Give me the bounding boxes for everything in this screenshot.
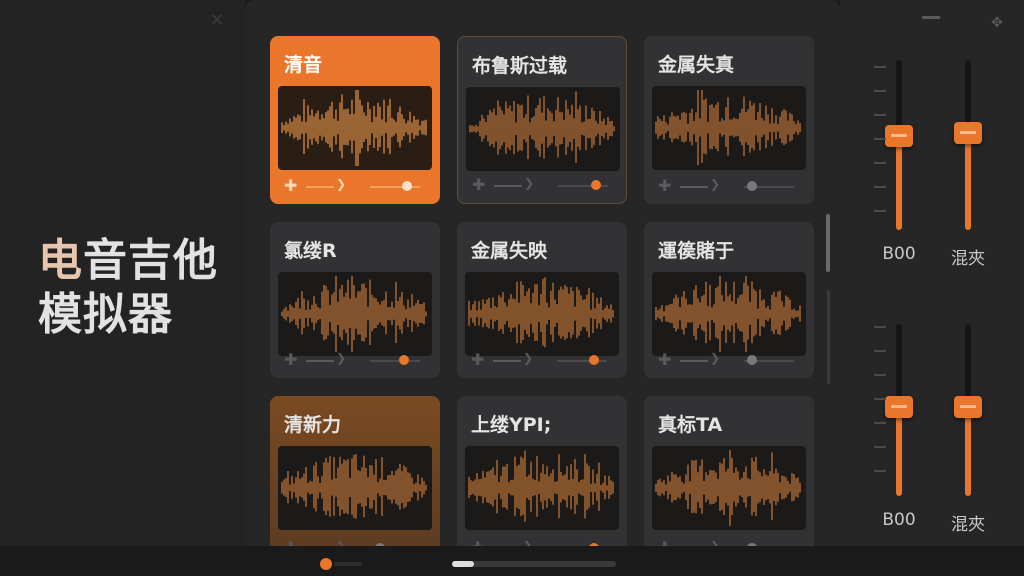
plus-icon[interactable]: ✚ [658,350,671,369]
plus-icon[interactable]: ✚ [284,176,297,195]
plus-icon[interactable]: ✚ [471,350,484,369]
scroll-track[interactable] [827,290,830,384]
slider-thumb[interactable] [954,396,982,418]
mini-slider-knob[interactable] [589,355,599,365]
control-line [680,186,708,188]
app-title-line1: 电音吉他 [38,235,218,286]
waveform-display [278,446,432,530]
left-panel: ✕ 电音吉他 模拟器 [0,0,245,546]
slider-fill [896,407,902,496]
preset-card[interactable]: 氯缕R ✚ ❯ [270,222,440,378]
mixer-slider[interactable] [879,60,919,230]
preset-card[interactable]: 布鲁斯过载 ✚ ❯ [457,36,627,204]
arrow-right-icon[interactable]: ❯ [710,177,720,191]
preset-card[interactable]: 金属失真 ✚ ❯ [644,36,814,204]
preset-card[interactable]: 真标TA ✚ ❯ [644,396,814,546]
preset-controls: ✚❯ [471,350,613,369]
preset-card-title: 運篌賭于 [658,240,735,262]
preset-card-title: 清音 [284,54,323,76]
preset-card[interactable]: 運篌賭于 ✚ ❯ [644,222,814,378]
slider-label: 混夾 [951,515,985,535]
bottom-bar [0,546,1024,576]
mixer-slider[interactable] [948,60,988,230]
close-icon[interactable]: ✕ [208,12,226,30]
move-icon[interactable]: ✥ [988,14,1006,32]
waveform-display [466,87,620,171]
slider-label: B00 [882,510,916,530]
slider-label: B00 [882,244,916,264]
slider-fill [965,133,971,230]
preset-controls: ✚❯ [472,175,614,194]
preset-card-title: 布鲁斯过载 [472,55,568,77]
arrow-right-icon[interactable]: ❯ [710,539,720,546]
minimize-icon[interactable] [922,16,940,19]
preset-card[interactable]: 上缕YPI; ✚ ❯ [457,396,627,546]
mini-slider-knob[interactable] [399,355,409,365]
waveform-display [652,446,806,530]
preset-card[interactable]: 清新力 ✚ ❯ [270,396,440,546]
plus-icon[interactable]: ✚ [284,350,297,369]
mini-slider-track[interactable] [370,186,420,188]
waveform-display [652,272,806,356]
arrow-right-icon[interactable]: ❯ [336,351,346,365]
plus-icon[interactable]: ✚ [658,176,671,195]
mini-slider-track[interactable] [370,360,420,362]
waveform-display [278,86,432,170]
preset-card-title: 清新力 [284,414,342,436]
slider-fill [965,407,971,496]
plus-icon[interactable]: ✚ [471,538,484,546]
preset-controls: ✚❯ [658,176,800,195]
arrow-right-icon[interactable]: ❯ [523,539,533,546]
waveform-display [465,272,619,356]
preset-card[interactable]: 金属失映 ✚ ❯ [457,222,627,378]
mini-slider-knob[interactable] [747,181,757,191]
preset-card-title: 上缕YPI; [471,414,552,436]
mini-slider-knob[interactable] [591,180,601,190]
page-indicator-dot[interactable] [320,558,332,570]
page-indicator-track [334,562,362,566]
app-title: 电音吉他 模拟器 [38,234,238,342]
scroll-thumb[interactable] [826,214,830,272]
control-line [306,186,334,188]
waveform-display [278,272,432,356]
arrow-right-icon[interactable]: ❯ [523,351,533,365]
arrow-right-icon[interactable]: ❯ [710,351,720,365]
vertical-scrollbar[interactable] [826,214,832,384]
preset-card-title: 金属失真 [658,54,735,76]
preset-card[interactable]: 清音 ✚ ❯ [270,36,440,204]
arrow-right-icon[interactable]: ❯ [524,176,534,190]
mini-slider-track[interactable] [557,360,607,362]
slider-fill [896,136,902,230]
preset-grid: 清音✚❯布鲁斯过载✚❯金属失真✚❯氯缕R✚❯金属失映✚❯運篌賭于✚❯清新力✚❯上… [245,0,840,546]
preset-controls: ✚❯ [658,350,800,369]
control-line [494,185,522,187]
slider-thumb[interactable] [885,396,913,418]
horizontal-scroll-thumb[interactable] [452,561,474,567]
waveform-display [465,446,619,530]
slider-thumb[interactable] [954,122,982,144]
preset-controls: ✚❯ [284,176,426,195]
app-title-line2: 模拟器 [38,289,173,340]
preset-controls: ✚❯ [284,350,426,369]
plus-icon[interactable]: ✚ [658,538,671,546]
control-line [493,360,521,362]
arrow-right-icon[interactable]: ❯ [336,177,346,191]
control-line [306,360,334,362]
slider-label: 混夾 [951,249,985,269]
mini-slider-knob[interactable] [402,181,412,191]
preset-card-title: 金属失映 [471,240,548,262]
arrow-right-icon[interactable]: ❯ [336,539,346,546]
slider-thumb[interactable] [885,125,913,147]
mixer-slider[interactable] [948,324,988,496]
plus-icon[interactable]: ✚ [472,175,485,194]
plus-icon[interactable]: ✚ [284,538,297,546]
mini-slider-knob[interactable] [747,355,757,365]
mixer-panel [840,0,1024,546]
preset-card-title: 真标TA [658,414,723,436]
control-line [680,360,708,362]
preset-card-title: 氯缕R [284,240,337,262]
horizontal-scrollbar[interactable] [452,561,616,567]
waveform-display [652,86,806,170]
